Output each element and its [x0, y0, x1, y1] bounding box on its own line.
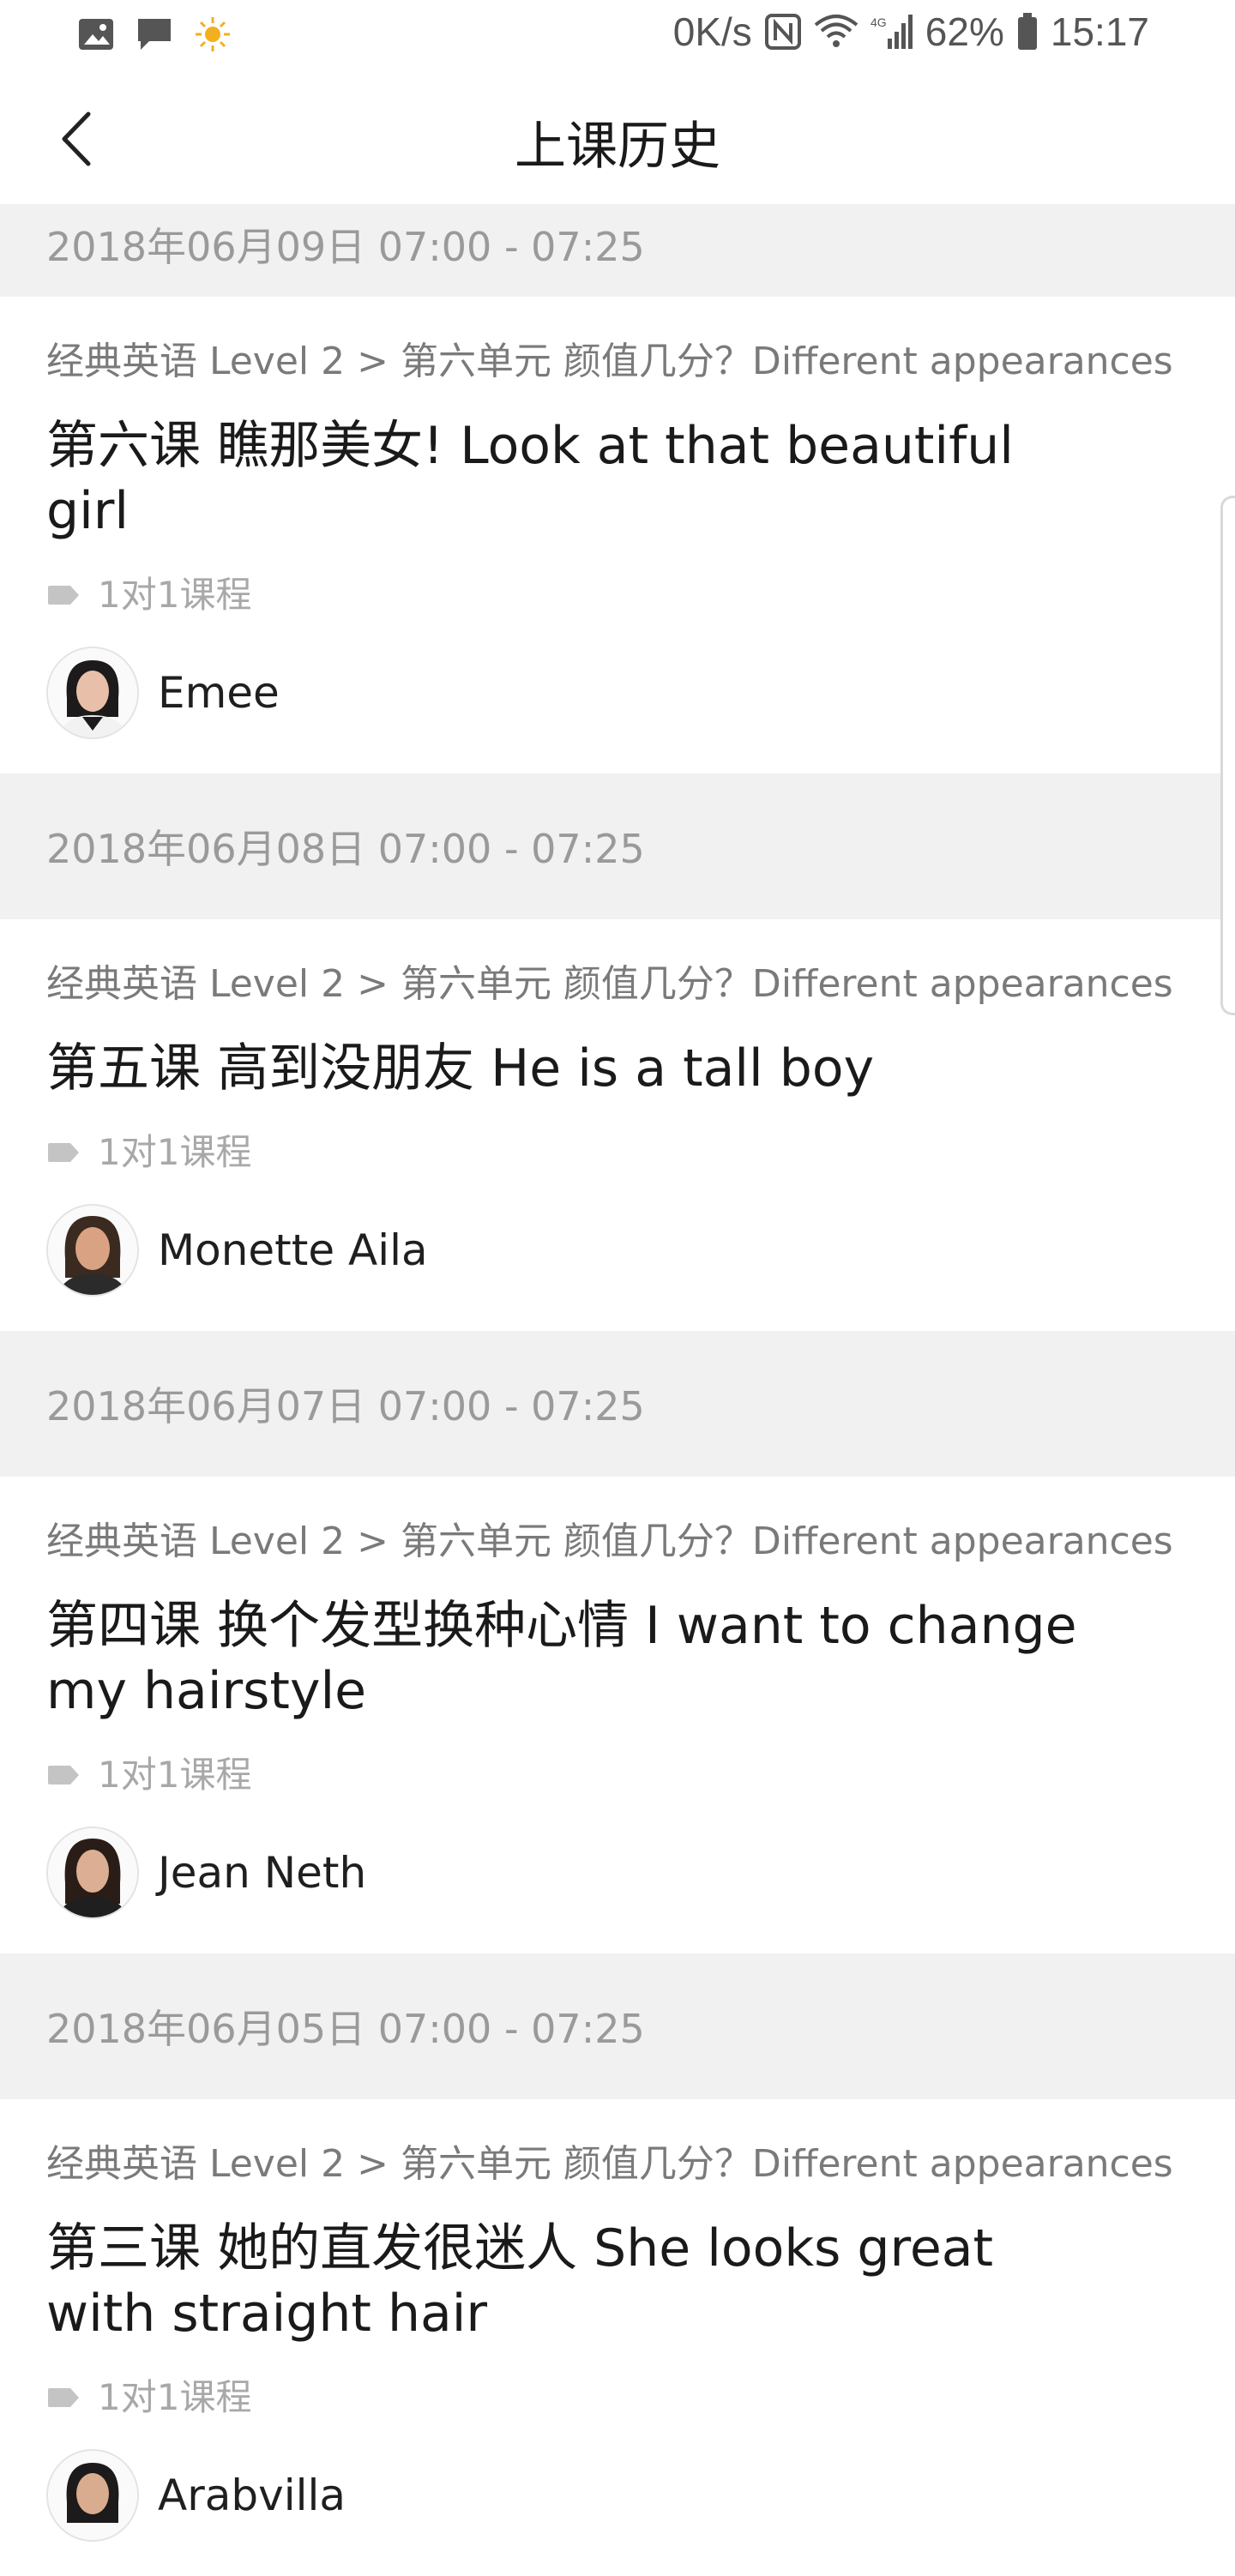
wifi-icon: [814, 15, 858, 47]
course-breadcrumb: 经典英语 Level 2 > 第六单元 颜值几分？Different appea…: [46, 2142, 1173, 2186]
course-type-tag: 1对1课程: [46, 569, 1189, 621]
session-date-band: 2018年06月09日 07:00 - 07:25: [0, 204, 1235, 297]
lesson-title: 第四课 换个发型换种心情 I want to change my hairsty…: [46, 1596, 1077, 1721]
battery-percent: 62%: [925, 9, 1004, 54]
course-breadcrumb: 经典英语 Level 2 > 第六单元 颜值几分？Different appea…: [46, 1520, 1173, 1563]
teacher-row: Monette Aila: [46, 1204, 1189, 1331]
course-type-label: 1对1课程: [98, 574, 252, 616]
session-card[interactable]: 经典英语 Level 2 > 第六单元 颜值几分？Different appea…: [0, 297, 1235, 773]
teacher-name: Monette Aila: [158, 1225, 428, 1275]
signal-4g-icon: 4G: [871, 15, 913, 49]
course-type-label: 1对1课程: [98, 2376, 252, 2418]
tag-icon: [48, 586, 79, 605]
status-bar: 0K/s 4G 62% 15:17: [0, 0, 1235, 74]
gallery-icon: [79, 19, 113, 50]
teacher-avatar: [46, 1827, 139, 1919]
tag-icon: [48, 2388, 79, 2407]
course-type-tag: 1对1课程: [46, 1749, 1189, 1801]
session-card[interactable]: 经典英语 Level 2 > 第六单元 颜值几分？Different appea…: [0, 919, 1235, 1331]
lesson-title: 第五课 高到没朋友 He is a tall boy: [46, 1038, 875, 1098]
teacher-row: Emee: [46, 647, 1189, 773]
session-date: 2018年06月08日 07:00 - 07:25: [46, 826, 645, 872]
session-date: 2018年06月09日 07:00 - 07:25: [46, 224, 645, 270]
course-breadcrumb: 经典英语 Level 2 > 第六单元 颜值几分？Different appea…: [46, 962, 1173, 1006]
clock: 15:17: [1050, 9, 1149, 54]
teacher-row: Jean Neth: [46, 1827, 1189, 1953]
teacher-name: Arabvilla: [158, 2471, 346, 2520]
net-speed: 0K/s: [672, 9, 752, 54]
session-date-band: 2018年06月08日 07:00 - 07:25: [0, 773, 1235, 919]
teacher-avatar: [46, 647, 139, 739]
teacher-avatar: [46, 1204, 139, 1297]
teacher-name: Emee: [158, 668, 280, 718]
app-header: 上课历史: [0, 74, 1235, 204]
session-card[interactable]: 经典英语 Level 2 > 第六单元 颜值几分？Different appea…: [0, 2099, 1235, 2576]
nfc-icon: [764, 14, 801, 50]
teacher-row: Arabvilla: [46, 2449, 1189, 2576]
session-list: 2018年06月09日 07:00 - 07:25 经典英语 Level 2 >…: [0, 204, 1235, 2576]
course-breadcrumb: 经典英语 Level 2 > 第六单元 颜值几分？Different appea…: [46, 340, 1173, 383]
session-card[interactable]: 经典英语 Level 2 > 第六单元 颜值几分？Different appea…: [0, 1477, 1235, 1953]
tag-icon: [48, 1766, 79, 1785]
session-date-band: 2018年06月07日 07:00 - 07:25: [0, 1331, 1235, 1477]
message-icon: [138, 19, 171, 50]
course-type-label: 1对1课程: [98, 1131, 252, 1173]
tag-icon: [48, 1143, 79, 1162]
session-date: 2018年06月07日 07:00 - 07:25: [46, 1383, 645, 1429]
teacher-avatar: [46, 2449, 139, 2542]
battery-icon: [1017, 13, 1037, 50]
course-type-tag: 1对1课程: [46, 1127, 1189, 1178]
weather-sun-icon: [196, 17, 230, 51]
session-date-band: 2018年06月05日 07:00 - 07:25: [0, 1953, 1235, 2099]
course-type-tag: 1对1课程: [46, 2372, 1189, 2423]
page-title: 上课历史: [515, 117, 720, 177]
course-type-label: 1对1课程: [98, 1754, 252, 1796]
svg-text:4G: 4G: [871, 15, 887, 29]
lesson-title: 第三课 她的直发很迷人 She looks great with straigh…: [46, 2218, 994, 2344]
scrollbar-thumb[interactable]: [1220, 496, 1235, 1015]
teacher-name: Jean Neth: [158, 1848, 367, 1898]
lesson-title: 第六课 瞧那美女! Look at that beautiful girl: [46, 416, 1014, 541]
session-date: 2018年06月05日 07:00 - 07:25: [46, 2006, 645, 2052]
